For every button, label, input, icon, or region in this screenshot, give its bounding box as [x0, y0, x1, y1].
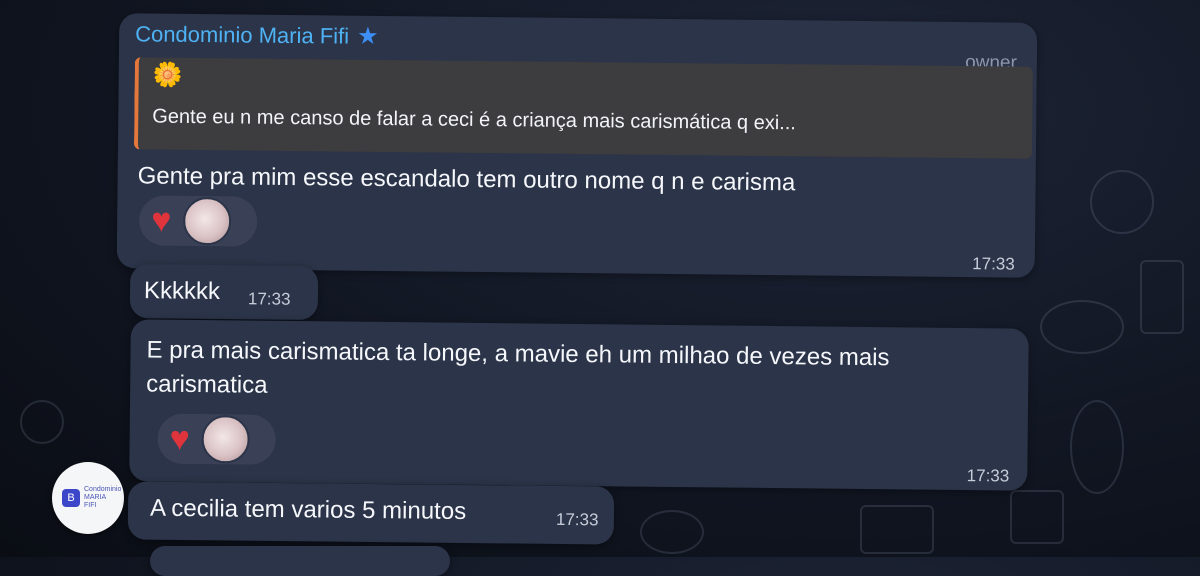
message-time: 17:33 [247, 289, 291, 309]
sender-name-text[interactable]: Condominio Maria Fifi [135, 21, 349, 49]
reply-preview[interactable]: 🌼 Gente eu n me canso de falar a ceci é … [133, 57, 1033, 159]
heart-icon: ♥ [150, 201, 172, 240]
message-time: 17:33 [966, 466, 1010, 486]
wallpaper-doodle [860, 505, 934, 554]
message-bubble[interactable]: E pra mais carismatica ta longe, a mavie… [129, 319, 1029, 491]
message-time: 17:33 [972, 254, 1015, 274]
reaction-chip[interactable]: ♥ [138, 195, 258, 247]
sender-avatar[interactable]: B Condominio MARIA FIFI [52, 462, 124, 534]
reactor-avatar [201, 415, 251, 464]
avatar-caption: Condominio MARIA FIFI [84, 486, 122, 509]
message-bubble[interactable]: Kkkkkk 17:33 [129, 264, 319, 320]
reply-preview-text: Gente eu n me canso de falar a ceci é a … [152, 105, 797, 135]
message-bubble[interactable]: A cecilia tem varios 5 minutos 17:33 [127, 481, 615, 545]
wallpaper-doodle [1010, 490, 1064, 544]
message-text: Gente pra mim esse escandalo tem outro n… [137, 162, 796, 197]
message-bubble[interactable]: Condominio Maria Fifi ★ owner 🌼 Gente eu… [116, 13, 1038, 278]
reaction-chip[interactable]: ♥ [157, 413, 276, 465]
wallpaper-doodle [1040, 300, 1124, 354]
star-icon: ★ [356, 22, 379, 50]
sender-name[interactable]: Condominio Maria Fifi ★ [135, 21, 379, 50]
message-text: A cecilia tem varios 5 minutos [149, 494, 467, 525]
message-text: Kkkkkk [143, 277, 221, 305]
message-text: E pra mais carismatica ta longe, a mavie… [146, 336, 890, 399]
wallpaper-doodle [1140, 260, 1184, 334]
wallpaper-doodle [1070, 400, 1124, 494]
wallpaper-doodle [20, 400, 64, 444]
message-bubble[interactable] [150, 546, 450, 576]
heart-icon: ♥ [169, 419, 191, 458]
reactor-avatar [183, 196, 232, 246]
flower-emoji: 🌼 [152, 61, 183, 89]
wallpaper-doodle [640, 510, 704, 554]
bot-icon: B [62, 489, 80, 507]
message-time: 17:33 [555, 509, 599, 530]
wallpaper-doodle [1090, 170, 1154, 234]
